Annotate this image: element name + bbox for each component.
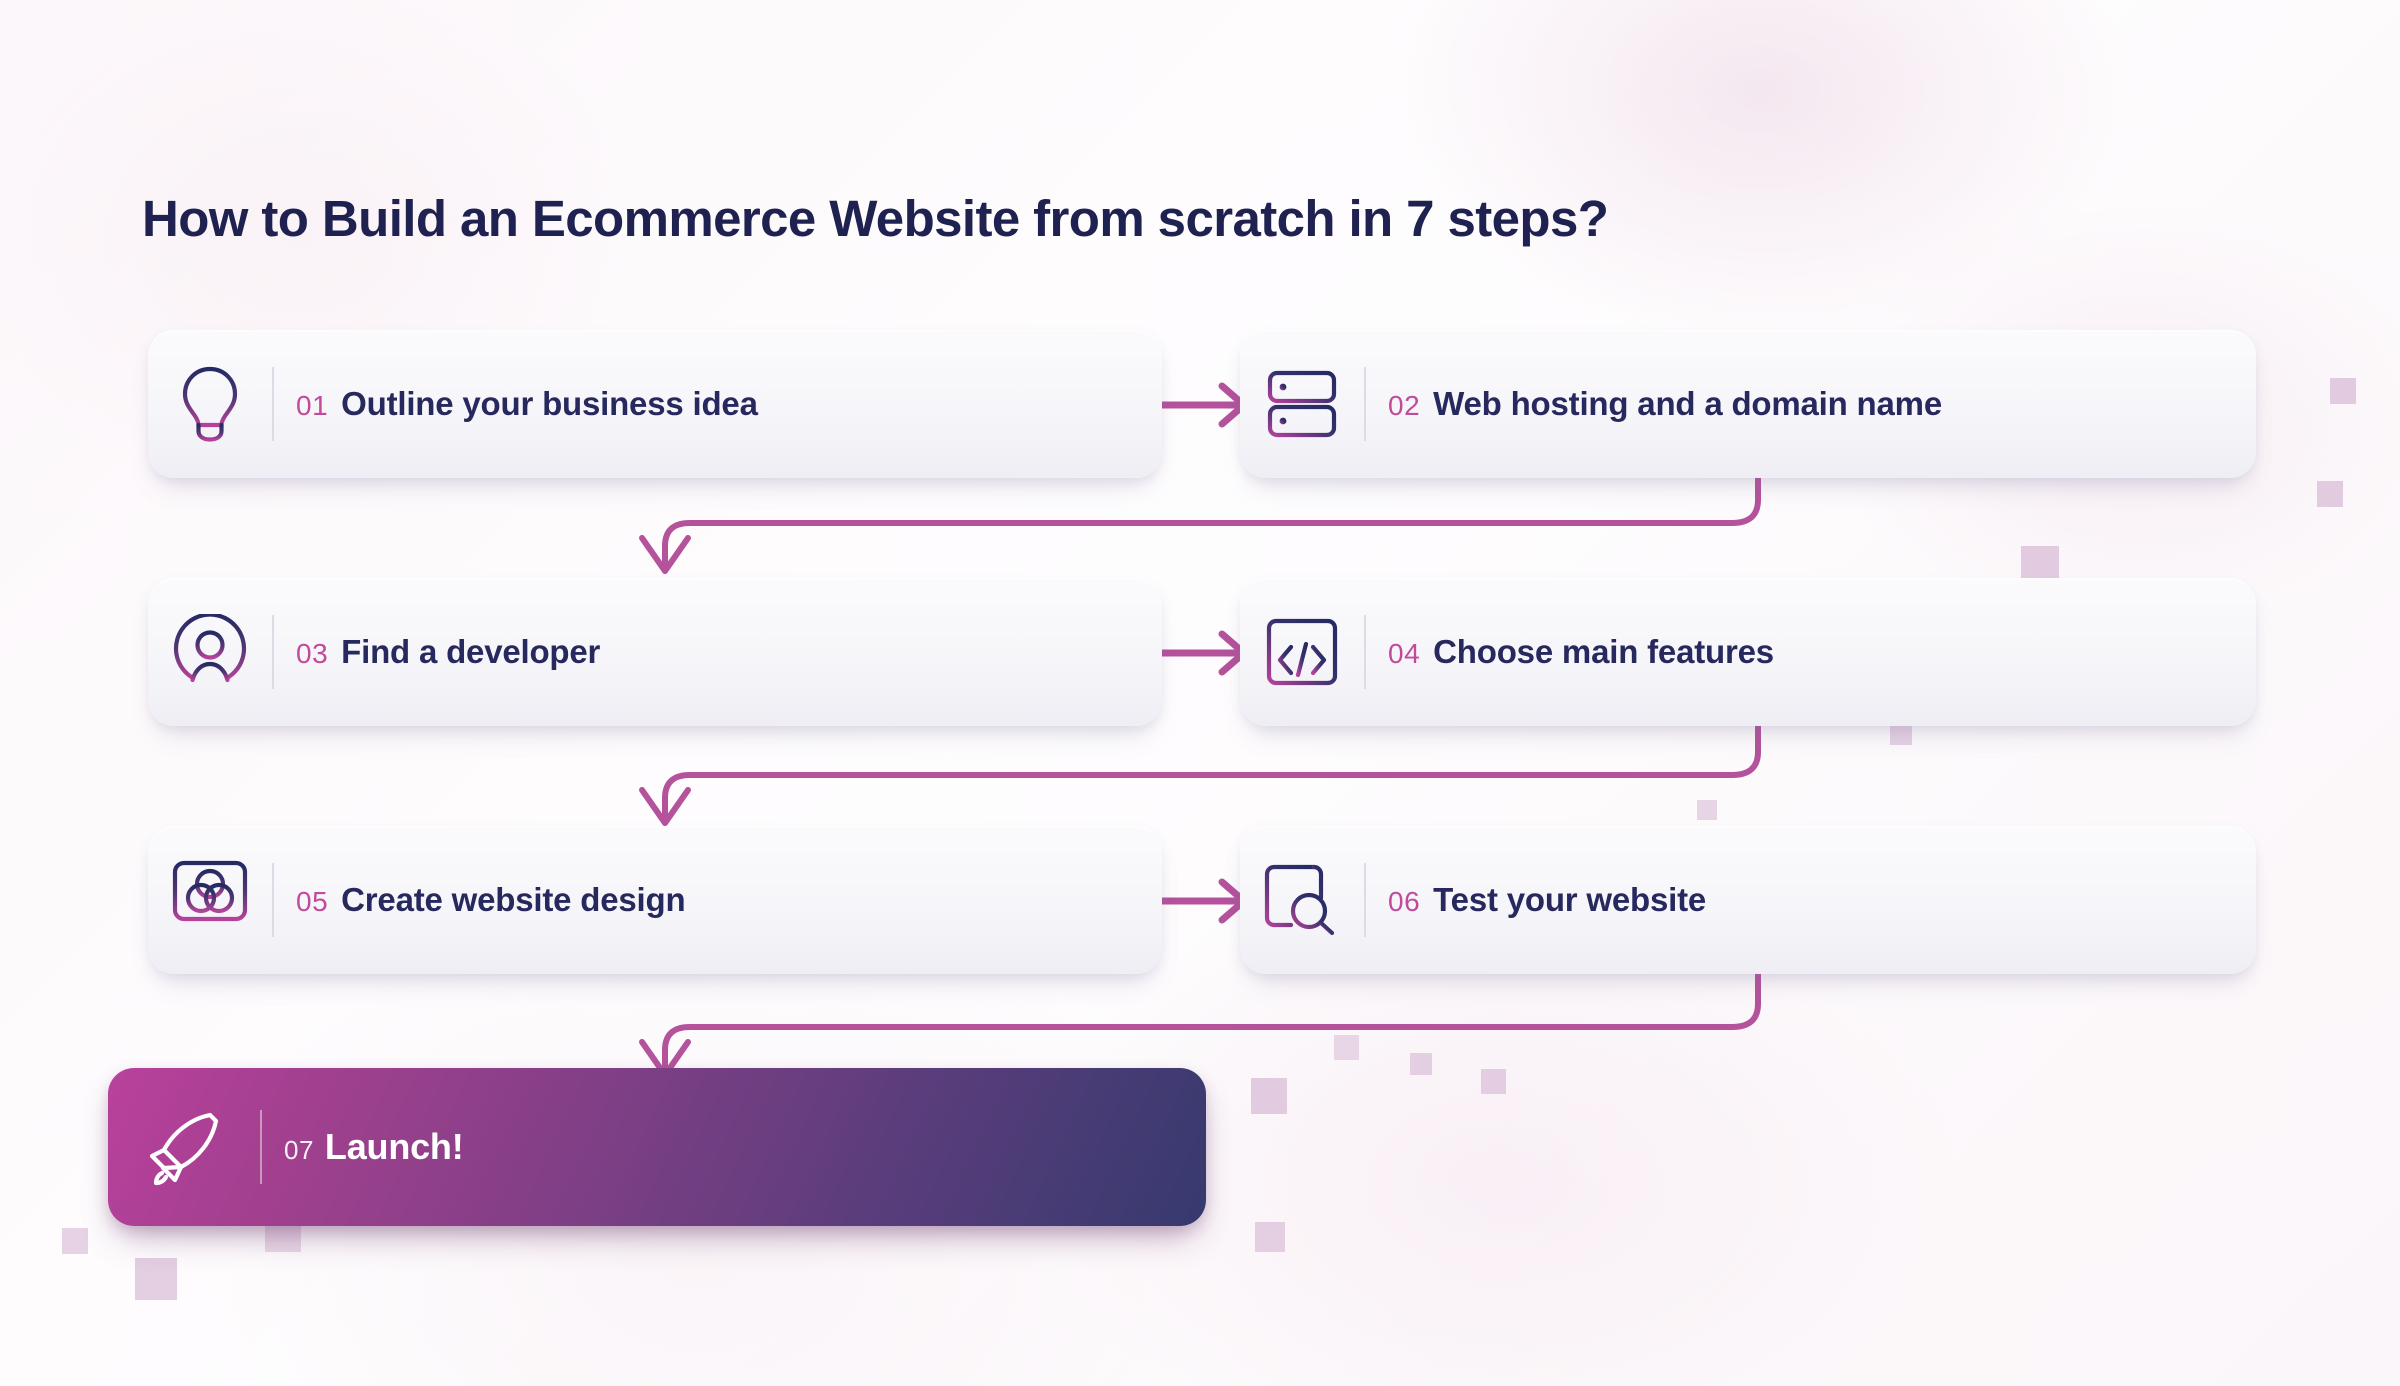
- decorative-square: [135, 1258, 177, 1300]
- step-card-05[interactable]: 05 Create website design: [148, 826, 1162, 974]
- step-label: Find a developer: [341, 633, 601, 670]
- step-label: Outline your business idea: [341, 385, 758, 422]
- step-label: Create website design: [341, 881, 686, 918]
- step-card-text: 05 Create website design: [274, 881, 686, 919]
- user-icon: [148, 614, 272, 690]
- step-label: Choose main features: [1433, 633, 1774, 670]
- step-card-03[interactable]: 03 Find a developer: [148, 578, 1162, 726]
- step-card-07-launch[interactable]: 07 Launch!: [108, 1068, 1206, 1226]
- step-card-text: 01 Outline your business idea: [274, 385, 758, 423]
- rocket-icon: [108, 1103, 260, 1191]
- step-card-02[interactable]: 02 Web hosting and a domain name: [1240, 330, 2256, 478]
- decorative-square: [62, 1228, 88, 1254]
- step-number: 07: [284, 1135, 314, 1165]
- decorative-square: [1890, 723, 1912, 745]
- step-card-04[interactable]: 04 Choose main features: [1240, 578, 2256, 726]
- step-number: 06: [1388, 886, 1421, 917]
- step-card-text: 04 Choose main features: [1366, 633, 1774, 671]
- step-number: 04: [1388, 638, 1421, 669]
- code-window-icon: [1240, 616, 1364, 688]
- step-card-01[interactable]: 01 Outline your business idea: [148, 330, 1162, 478]
- connector-04-to-05: [639, 707, 1761, 826]
- decorative-square: [2317, 481, 2343, 507]
- step-card-text: 06 Test your website: [1366, 881, 1706, 919]
- lightbulb-icon: [148, 365, 272, 443]
- decorative-square: [1255, 1222, 1285, 1252]
- step-number: 05: [296, 886, 329, 917]
- color-wheel-icon: [148, 858, 272, 942]
- step-label: Test your website: [1433, 881, 1707, 918]
- step-card-text: 07 Launch!: [262, 1126, 464, 1168]
- step-card-text: 02 Web hosting and a domain name: [1366, 385, 1942, 423]
- decorative-square: [1251, 1078, 1287, 1114]
- step-number: 03: [296, 638, 329, 669]
- server-icon: [1240, 367, 1364, 441]
- window-search-icon: [1240, 862, 1364, 938]
- step-label: Web hosting and a domain name: [1433, 385, 1942, 422]
- decorative-square: [2330, 378, 2356, 404]
- step-number: 01: [296, 390, 329, 421]
- step-label: Launch!: [324, 1126, 464, 1167]
- step-card-06[interactable]: 06 Test your website: [1240, 826, 2256, 974]
- step-number: 02: [1388, 390, 1421, 421]
- step-card-text: 03 Find a developer: [274, 633, 600, 671]
- page-title: How to Build an Ecommerce Website from s…: [142, 190, 1609, 248]
- connector-06-to-07: [639, 959, 1761, 1078]
